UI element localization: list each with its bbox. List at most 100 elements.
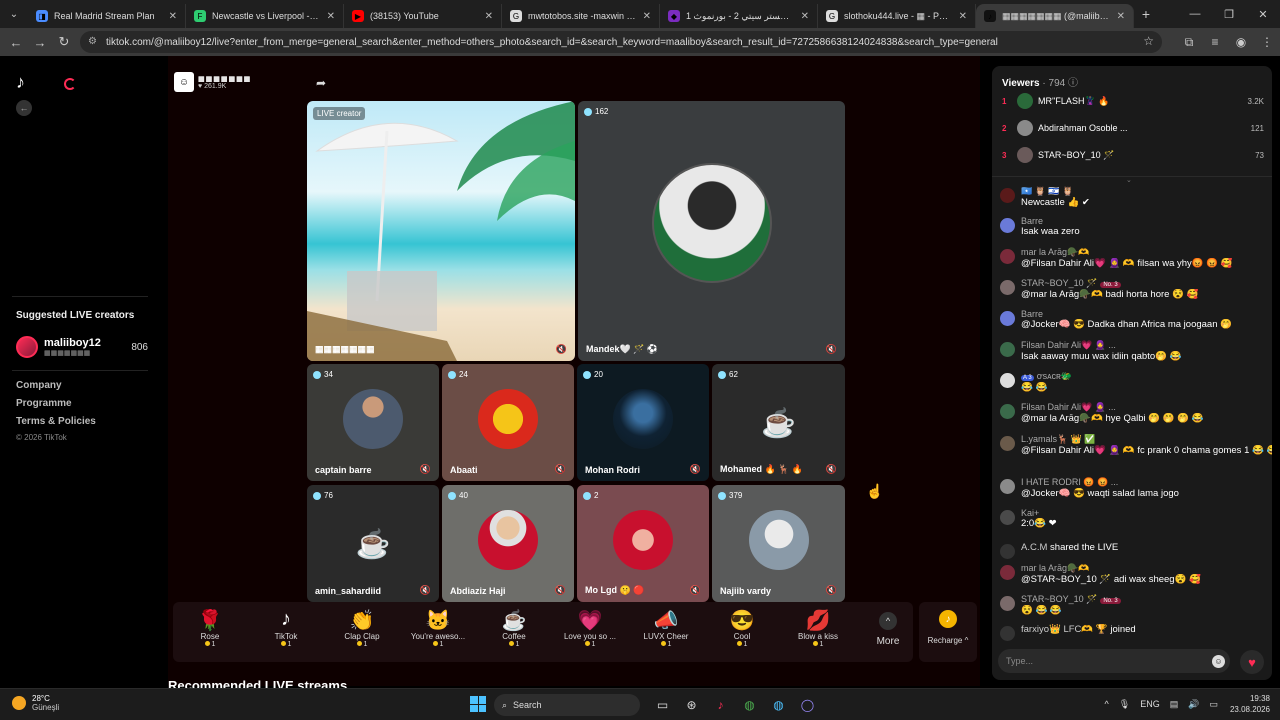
link-programme[interactable]: Programme bbox=[16, 398, 72, 409]
close-tab-icon[interactable]: ✕ bbox=[959, 11, 967, 22]
link-company[interactable]: Company bbox=[16, 380, 62, 391]
info-icon[interactable]: ⓘ bbox=[1068, 78, 1078, 89]
bookmark-star-icon[interactable]: ☆ bbox=[1143, 34, 1154, 48]
microphone-icon[interactable]: 🎙 bbox=[1119, 699, 1130, 710]
chat-message[interactable]: mar la Arāg🪖🫶 @Filsan Dahir Ali💗 🧕 🫶 fils… bbox=[1000, 247, 1266, 269]
browser-tab[interactable]: Gmwtotobos.site -maxwin - Pene ✕ bbox=[502, 4, 660, 28]
guest-tile[interactable]: 40 Abdiaziz Haji 🔇 bbox=[442, 485, 574, 602]
chat-input[interactable]: Type... bbox=[998, 649, 1230, 673]
chat-message[interactable]: 🇸🇴 🦉 🇮🇱 🦉 Newcastle 👍 ✔ bbox=[1000, 186, 1266, 208]
language-indicator[interactable]: ENG bbox=[1140, 699, 1160, 709]
volume-icon[interactable]: 🔊 bbox=[1188, 699, 1199, 710]
chat-message[interactable]: A 3 ơsᴀcʀ🐲 😂 😂 bbox=[1000, 371, 1266, 393]
chat-message[interactable]: Filsan Dahir Ali💗 🧕 ... @mar la Arāg🪖🫶 hy… bbox=[1000, 402, 1266, 424]
gift-item[interactable]: 🐱 You're aweso... 1 bbox=[403, 608, 473, 648]
profile-icon[interactable]: ◉ bbox=[1228, 35, 1254, 49]
url-field[interactable]: ⚙ tiktok.com/@maliiboy12/live?enter_from… bbox=[80, 31, 1162, 53]
emoji-icon[interactable]: ☺ bbox=[1212, 655, 1225, 668]
chat-message[interactable]: I HATE RODRI 😡 😡 ... @Jocker🧠 😎 waqti sal… bbox=[1000, 477, 1266, 499]
close-tab-icon[interactable]: ✕ bbox=[1117, 11, 1125, 22]
chat-message[interactable]: farxiyo👑 LFC🫶 🏆 joined bbox=[1000, 624, 1266, 641]
browser-tab[interactable]: ♪ ▦▦▦▦▦▦▦ (@maliiboy1 ✕ bbox=[976, 4, 1134, 28]
guest-tile[interactable]: 379 Najiib vardy 🔇 bbox=[712, 485, 845, 602]
chrome-icon[interactable]: ◍ bbox=[735, 694, 764, 716]
tiktok-app-icon[interactable]: ♪ bbox=[706, 694, 735, 716]
share-icon[interactable]: ➦ bbox=[316, 76, 326, 90]
guest-tile[interactable]: ☕ 62 Mohamed 🔥 🦌 🔥 🔇 bbox=[712, 364, 845, 481]
browser-tab[interactable]: ◆ مانشستر سيتي 2 - بورنموث 1 | ✕ bbox=[660, 4, 818, 28]
collapse-sidebar-icon[interactable]: ← bbox=[16, 100, 32, 116]
more-menu-icon[interactable]: ⋮ bbox=[1254, 35, 1280, 49]
more-gifts-button[interactable]: ^ More bbox=[863, 612, 913, 647]
browser-tab[interactable]: ▶ (38153) YouTube ✕ bbox=[344, 4, 502, 28]
app-circle-icon[interactable]: ◯ bbox=[793, 694, 822, 716]
close-tab-icon[interactable]: ✕ bbox=[169, 11, 177, 22]
browser-tab[interactable]: Gslothoku444.live - ▦ - Penelus ✕ bbox=[818, 4, 976, 28]
top-viewer-row[interactable]: 2 Abdirahman Osoble ... 121 bbox=[1002, 119, 1264, 137]
tiktok-logo-icon[interactable]: ♪ bbox=[16, 72, 25, 93]
recharge-button[interactable]: ♪ Recharge ^ bbox=[919, 602, 977, 662]
gift-item[interactable]: 💋 Blow a kiss 1 bbox=[783, 608, 853, 648]
browser-tab[interactable]: ◨ Real Madrid Stream Plan ✕ bbox=[28, 4, 186, 28]
guest-tile-host[interactable]: LIVE creator ▦▦▦▦▦▦▦ 🔇 bbox=[307, 101, 575, 361]
top-viewer-row[interactable]: 1 MR''FLASH🦹🏽 🔥 3.2K bbox=[1002, 92, 1264, 110]
site-info-icon[interactable]: ⚙ bbox=[88, 36, 97, 47]
network-icon[interactable]: ▤ bbox=[1170, 699, 1179, 710]
minimize-icon[interactable]: — bbox=[1178, 0, 1212, 28]
weather-widget[interactable]: 28°C Güneşli bbox=[12, 694, 59, 712]
clock[interactable]: 19:38 23.08.2026 bbox=[1230, 693, 1270, 715]
back-icon[interactable]: ← bbox=[4, 35, 28, 50]
link-terms[interactable]: Terms & Policies bbox=[16, 416, 96, 427]
close-tab-icon[interactable]: ✕ bbox=[327, 11, 335, 22]
close-tab-icon[interactable]: ✕ bbox=[485, 11, 493, 22]
chat-message[interactable]: Kai+ 2:0😂 ❤ bbox=[1000, 508, 1266, 529]
suggested-creator-item[interactable]: maliiboy12 ▦▦▦▦▦▦▦ 806 bbox=[16, 334, 148, 360]
chat-message[interactable]: STAR~BOY_10 🪄 No. 3 @mar la Arāg🪖🫶 badi ho… bbox=[1000, 278, 1266, 300]
guest-tile[interactable]: 24 Abaati 🔇 bbox=[442, 364, 574, 481]
chrome-active-icon[interactable]: ◍ bbox=[764, 694, 793, 716]
tab-search-icon[interactable]: ⌄ bbox=[0, 0, 28, 28]
gift-item[interactable]: 📣 LUVX Cheer 1 bbox=[631, 608, 701, 648]
chat-message[interactable]: Filsan Dahir Ali💗 🧕 ... Isak aaway muu wa… bbox=[1000, 340, 1266, 362]
gift-item[interactable]: ☕ Coffee 1 bbox=[479, 608, 549, 648]
media-control-icon[interactable]: ≡ bbox=[1202, 35, 1228, 49]
chat-message[interactable]: Barre Isak waa zero bbox=[1000, 216, 1266, 237]
chat-message[interactable]: STAR~BOY_10 🪄 No. 3 😵 😂 😂 bbox=[1000, 594, 1266, 616]
guest-tile[interactable]: 20 Mohan Rodri 🔇 bbox=[577, 364, 709, 481]
chat-message[interactable]: L.yamals🦌 👑 ✅ @Filsan Dahir Ali💗 🧕 🫶 fc p… bbox=[1000, 434, 1272, 456]
browser-tab[interactable]: F Newcastle vs Liverpool - live sc ✕ bbox=[186, 4, 344, 28]
guest-tile[interactable]: 2 Mo Lgd 🤫 🔴 🔇 bbox=[577, 485, 709, 602]
chat-message[interactable]: A.C.M shared the LIVE bbox=[1000, 542, 1266, 559]
gift-item[interactable]: 😎 Cool 1 bbox=[707, 608, 777, 648]
chatgpt-icon[interactable]: ⊛ bbox=[677, 694, 706, 716]
taskbar-search[interactable]: ⌕ Search bbox=[494, 694, 640, 716]
guest-tile[interactable]: 162 Mandek🤍 🪄 ⚽ 🔇 bbox=[578, 101, 845, 361]
chat-message[interactable]: mar la Arāg🪖🫶 @STAR~BOY_10 🪄 adi wax shee… bbox=[1000, 563, 1266, 585]
extensions-icon[interactable]: ⧉ bbox=[1176, 35, 1202, 50]
guest-tile[interactable]: 34 captain barre 🔇 bbox=[307, 364, 439, 481]
guest-tile[interactable]: ☕ 76 amin_sahardiid 🔇 bbox=[307, 485, 439, 602]
new-tab-button[interactable]: + bbox=[1134, 6, 1158, 22]
close-tab-icon[interactable]: ✕ bbox=[643, 11, 651, 22]
gift-item[interactable]: 💗 Love you so ... 1 bbox=[555, 608, 625, 648]
host-info[interactable]: ☺ ▦▦▦▦▦▦▦ ♥ 261.9K bbox=[174, 72, 251, 92]
close-tab-icon[interactable]: ✕ bbox=[801, 11, 809, 22]
gift-item[interactable]: ♪ TikTok 1 bbox=[251, 608, 321, 648]
windows-start-icon[interactable] bbox=[470, 696, 486, 712]
gift-item[interactable]: 👏 Clap Clap 1 bbox=[327, 608, 397, 648]
reload-icon[interactable]: ↻ bbox=[52, 34, 76, 50]
task-view-icon[interactable]: ▭ bbox=[648, 694, 677, 716]
battery-icon[interactable]: ▭ bbox=[1209, 699, 1218, 710]
like-heart-button[interactable]: ♥ bbox=[1240, 650, 1264, 674]
forward-icon[interactable]: → bbox=[28, 35, 52, 50]
chevron-down-icon[interactable]: ⌄ bbox=[1126, 176, 1132, 184]
tray-expand-icon[interactable]: ^ bbox=[1105, 699, 1109, 709]
host-avatar[interactable]: ☺ bbox=[174, 72, 194, 92]
close-window-icon[interactable]: ✕ bbox=[1246, 0, 1280, 28]
price-value: 1 bbox=[211, 641, 216, 648]
gift-item[interactable]: 🌹 Rose 1 bbox=[175, 608, 245, 648]
maximize-icon[interactable]: ❐ bbox=[1212, 0, 1246, 28]
viewers-header[interactable]: Viewers · 794 ⓘ bbox=[1002, 74, 1078, 89]
top-viewer-row[interactable]: 3 STAR~BOY_10 🪄 73 bbox=[1002, 146, 1264, 164]
chat-message[interactable]: Barre @Jocker🧠 😎 Dadka dhan Africa ma joo… bbox=[1000, 309, 1266, 330]
